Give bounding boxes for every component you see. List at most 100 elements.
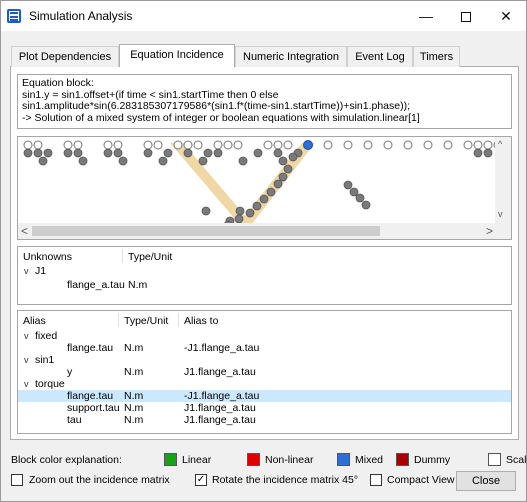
incidence-dot[interactable] <box>33 148 43 158</box>
alias-tree[interactable]: Alias Type/Unit Alias to v fixed flange.ta… <box>17 310 512 434</box>
incidence-dot[interactable] <box>355 193 365 203</box>
incidence-matrix[interactable]: ^ v < > <box>17 136 512 240</box>
incidence-dot[interactable] <box>23 148 33 158</box>
unknowns-column-header[interactable]: Unknowns <box>23 251 72 263</box>
incidence-dot[interactable] <box>245 208 255 218</box>
matrix-vertical-scrollbar[interactable]: ^ v <box>495 137 511 225</box>
incidence-dot[interactable] <box>361 200 371 210</box>
incidence-node[interactable] <box>23 140 33 150</box>
incidence-dot[interactable] <box>163 148 173 158</box>
minimize-button[interactable]: — <box>406 1 446 31</box>
rotate-matrix-label[interactable]: Rotate the incidence matrix 45° <box>212 474 358 486</box>
scroll-up-icon[interactable]: ^ <box>498 139 502 149</box>
incidence-dot[interactable] <box>213 148 223 158</box>
maximize-button[interactable] <box>446 1 486 31</box>
type-unit-column-header[interactable]: Type/Unit <box>124 315 168 327</box>
selected-incidence-node[interactable] <box>303 140 313 150</box>
alias-row[interactable]: y N.m J1.flange_a.tau <box>18 366 511 378</box>
chevron-down-icon[interactable]: v <box>24 265 29 277</box>
incidence-dot[interactable] <box>278 156 288 166</box>
incidence-dot[interactable] <box>183 148 193 158</box>
incidence-node[interactable] <box>273 140 283 150</box>
incidence-dot[interactable] <box>278 172 288 182</box>
incidence-dot[interactable] <box>349 187 359 197</box>
incidence-node[interactable] <box>403 140 413 150</box>
incidence-dot[interactable] <box>288 152 298 162</box>
incidence-dot[interactable] <box>143 148 153 158</box>
incidence-dot[interactable] <box>266 187 276 197</box>
incidence-node[interactable] <box>193 140 203 150</box>
incidence-dot[interactable] <box>38 156 48 166</box>
incidence-dot[interactable] <box>253 148 263 158</box>
incidence-dot[interactable] <box>198 156 208 166</box>
incidence-node[interactable] <box>463 140 473 150</box>
matrix-scroll-thumb[interactable] <box>32 226 380 236</box>
alias-row[interactable]: flange.tau N.m -J1.flange_a.tau <box>18 390 511 402</box>
scroll-left-icon[interactable]: < <box>21 224 28 238</box>
chevron-down-icon[interactable]: v <box>24 378 29 390</box>
incidence-node[interactable] <box>443 140 453 150</box>
incidence-dot[interactable] <box>203 148 213 158</box>
incidence-node[interactable] <box>213 140 223 150</box>
incidence-dot[interactable] <box>113 148 123 158</box>
alias-row[interactable]: tau N.m J1.flange_a.tau <box>18 414 511 426</box>
incidence-dot[interactable] <box>283 164 293 174</box>
incidence-node[interactable] <box>63 140 73 150</box>
incidence-node[interactable] <box>423 140 433 150</box>
incidence-dot[interactable] <box>252 201 262 211</box>
tree-row-flange-a-tau[interactable]: flange_a.tau N.m <box>18 279 511 291</box>
rotate-matrix-checkbox[interactable]: ✓ <box>195 474 207 486</box>
incidence-node[interactable] <box>143 140 153 150</box>
alias-row[interactable]: v fixed <box>18 330 511 342</box>
incidence-node[interactable] <box>283 140 293 150</box>
alias-row[interactable]: v sin1 <box>18 354 511 366</box>
scroll-down-icon[interactable]: v <box>498 209 503 219</box>
type-unit-column-header[interactable]: Type/Unit <box>128 251 172 263</box>
scroll-right-icon[interactable]: > <box>486 224 493 238</box>
tab-equation-incidence[interactable]: Equation Incidence <box>119 44 235 67</box>
incidence-node[interactable] <box>33 140 43 150</box>
incidence-node[interactable] <box>483 140 493 150</box>
incidence-node[interactable] <box>473 140 483 150</box>
incidence-dot[interactable] <box>259 194 269 204</box>
incidence-dot[interactable] <box>43 148 53 158</box>
tab-numeric-integration[interactable]: Numeric Integration <box>235 46 347 67</box>
incidence-dot[interactable] <box>473 148 483 158</box>
incidence-dot[interactable] <box>63 148 73 158</box>
incidence-node[interactable] <box>263 140 273 150</box>
tab-plot-dependencies[interactable]: Plot Dependencies <box>11 46 119 67</box>
incidence-node[interactable] <box>183 140 193 150</box>
incidence-node[interactable] <box>343 140 353 150</box>
tab-timers[interactable]: Timers <box>413 46 460 67</box>
chevron-down-icon[interactable]: v <box>24 354 29 366</box>
compact-view-checkbox[interactable] <box>370 474 382 486</box>
compact-view-label[interactable]: Compact View <box>387 474 455 486</box>
incidence-node[interactable] <box>363 140 373 150</box>
equation-block[interactable]: Equation block: sin1.y = sin1.offset+(if… <box>17 74 512 129</box>
incidence-node[interactable] <box>233 140 243 150</box>
zoom-out-label[interactable]: Zoom out the incidence matrix <box>29 474 170 486</box>
incidence-node[interactable] <box>73 140 83 150</box>
incidence-dot[interactable] <box>238 156 248 166</box>
incidence-node[interactable] <box>153 140 163 150</box>
incidence-dot[interactable] <box>483 148 493 158</box>
incidence-node[interactable] <box>113 140 123 150</box>
matrix-horizontal-scrollbar[interactable]: < > <box>18 223 497 239</box>
title-bar[interactable]: Simulation Analysis — ✕ <box>1 1 526 31</box>
incidence-node[interactable] <box>173 140 183 150</box>
incidence-dot[interactable] <box>235 206 245 216</box>
close-window-button[interactable]: ✕ <box>486 1 526 31</box>
incidence-dot[interactable] <box>158 156 168 166</box>
alias-row[interactable]: flange.tau N.m -J1.flange_a.tau <box>18 342 511 354</box>
tree-row-j1[interactable]: v J1 <box>18 265 511 277</box>
tab-event-log[interactable]: Event Log <box>347 46 413 67</box>
incidence-node[interactable] <box>103 140 113 150</box>
close-button[interactable]: Close <box>456 471 516 491</box>
incidence-dot[interactable] <box>78 156 88 166</box>
alias-to-column-header[interactable]: Alias to <box>184 315 218 327</box>
alias-row[interactable]: support.tau N.m J1.flange_a.tau <box>18 402 511 414</box>
incidence-dot[interactable] <box>273 148 283 158</box>
chevron-down-icon[interactable]: v <box>24 330 29 342</box>
incidence-node[interactable] <box>383 140 393 150</box>
incidence-dot[interactable] <box>273 179 283 189</box>
